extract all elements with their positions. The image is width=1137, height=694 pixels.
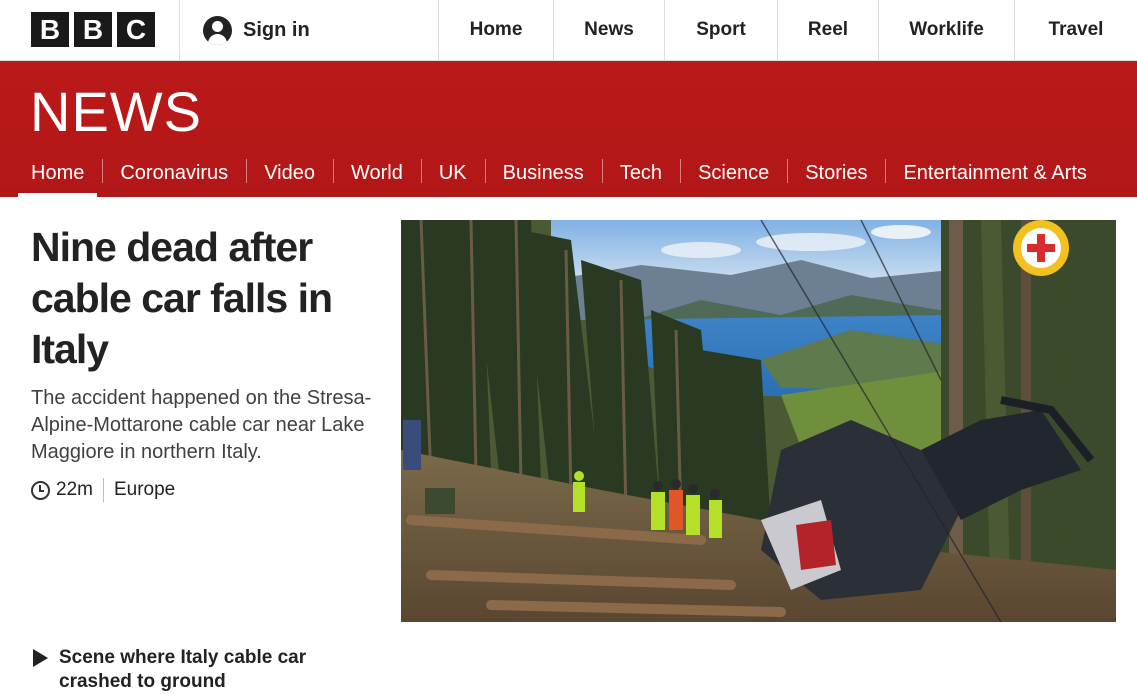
related-video-title: Scene where Italy cable car crashed to g… <box>59 647 307 692</box>
news-logo[interactable]: NEWS <box>30 79 202 144</box>
section-nav-uk[interactable]: UK <box>420 149 485 197</box>
section-nav-stories[interactable]: Stories <box>787 149 885 197</box>
clock-icon <box>31 480 50 500</box>
logo-letter-b1: B <box>31 12 69 47</box>
global-nav-sport[interactable]: Sport <box>664 0 777 60</box>
section-nav-home[interactable]: Home <box>13 149 102 197</box>
global-nav-travel[interactable]: Travel <box>1014 0 1137 60</box>
meta-divider <box>102 478 104 502</box>
sign-in-label: Sign in <box>243 19 310 41</box>
section-nav-world[interactable]: World <box>332 149 421 197</box>
story-meta: 22m Europe <box>31 478 175 502</box>
section-nav-business[interactable]: Business <box>484 149 602 197</box>
logo-letter-c: C <box>117 12 155 47</box>
global-nav-home[interactable]: Home <box>438 0 553 60</box>
bbc-logo[interactable]: B B C <box>31 12 155 47</box>
header-divider <box>179 0 180 60</box>
story-timestamp: 22m <box>56 479 93 500</box>
section-nav-video[interactable]: Video <box>246 149 333 197</box>
global-nav-worklife[interactable]: Worklife <box>878 0 1014 60</box>
section-nav-science[interactable]: Science <box>680 149 787 197</box>
news-banner: NEWS Home Coronavirus Video World UK Bus… <box>0 61 1137 197</box>
user-avatar-icon <box>203 16 232 45</box>
sign-in-button[interactable]: Sign in <box>203 16 310 45</box>
global-nav-news[interactable]: News <box>553 0 664 60</box>
related-video-link[interactable]: Scene where Italy cable car crashed to g… <box>31 646 349 694</box>
top-story-image[interactable] <box>401 220 1116 622</box>
cable-car-wreck-photo <box>401 220 1116 622</box>
section-nav: Home Coronavirus Video World UK Business… <box>13 149 1105 197</box>
top-story-summary: The accident happened on the Stresa-Alpi… <box>31 387 372 463</box>
global-nav-reel[interactable]: Reel <box>777 0 878 60</box>
top-story-headline[interactable]: Nine dead after cable car falls in Italy <box>31 222 381 375</box>
story-tag-link[interactable]: Europe <box>114 479 175 501</box>
global-header: B B C Sign in Home News Sport Reel Workl… <box>0 0 1137 61</box>
section-nav-tech[interactable]: Tech <box>601 149 680 197</box>
section-nav-coronavirus[interactable]: Coronavirus <box>102 149 246 197</box>
global-nav: Home News Sport Reel Worklife Travel <box>438 0 1137 60</box>
play-icon <box>33 649 48 667</box>
logo-letter-b2: B <box>74 12 112 47</box>
section-nav-entertainment-arts[interactable]: Entertainment & Arts <box>885 149 1104 197</box>
